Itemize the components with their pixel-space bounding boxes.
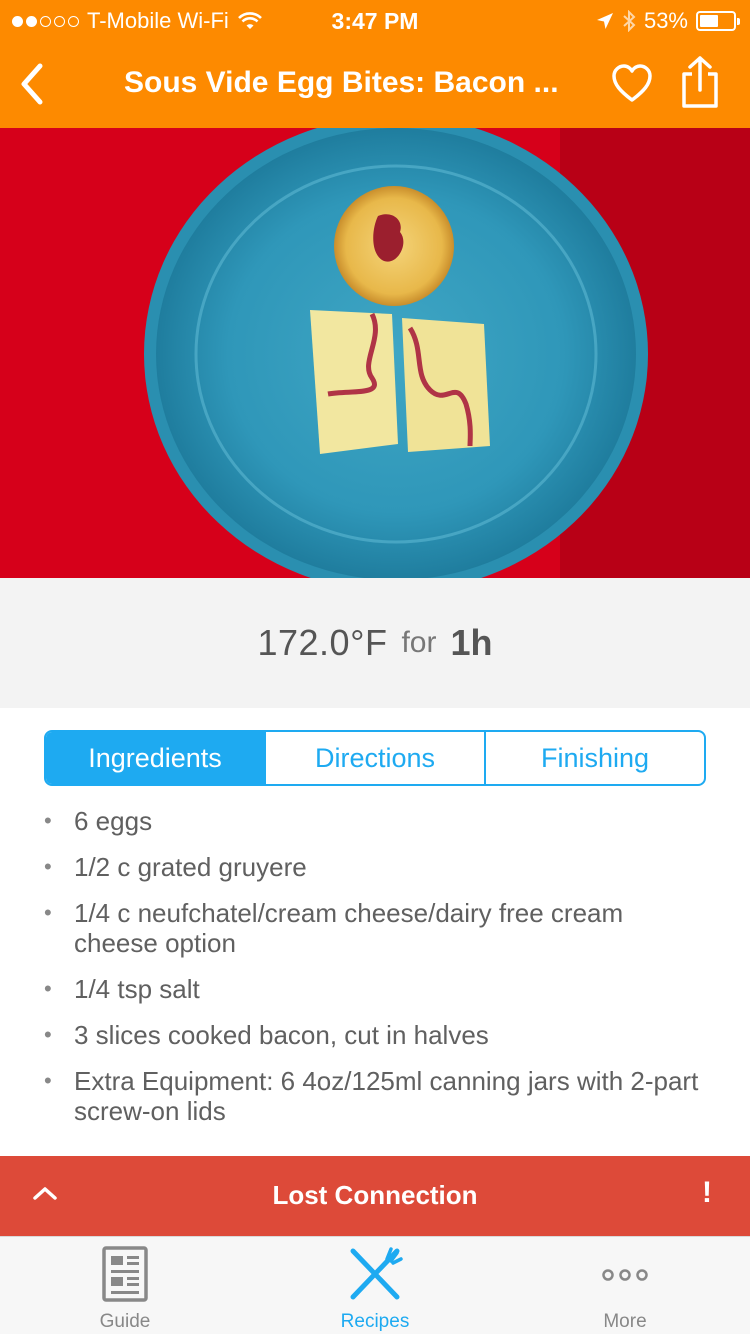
list-item: Extra Equipment: 6 4oz/125ml canning jar… — [44, 1066, 706, 1126]
duration-value: 1h — [450, 622, 493, 663]
nav-bar: Sous Vide Egg Bites: Bacon ... — [0, 40, 750, 128]
for-label: for — [401, 626, 437, 659]
tab-recipes-label: Recipes — [340, 1311, 410, 1332]
list-item: 1/2 c grated gruyere — [44, 852, 706, 882]
connection-banner[interactable]: Lost Connection ! — [0, 1156, 750, 1236]
bluetooth-icon — [623, 10, 636, 32]
list-item: 1/4 c neufchatel/cream cheese/dairy free… — [44, 898, 706, 958]
heart-icon[interactable] — [610, 62, 654, 106]
temperature-value: 172.0°F — [257, 622, 388, 663]
list-item: 3 slices cooked bacon, cut in halves — [44, 1020, 706, 1050]
egg-bites-image — [0, 128, 750, 578]
tab-more-label: More — [603, 1311, 647, 1332]
recipes-icon — [350, 1247, 403, 1300]
battery-label: 53% — [643, 8, 688, 33]
share-icon[interactable] — [678, 54, 722, 110]
ingredient-list: 6 eggs 1/2 c grated gruyere 1/4 c neufch… — [44, 806, 706, 1142]
tab-finishing[interactable]: Finishing — [486, 732, 704, 784]
location-icon — [596, 13, 613, 29]
recipe-photo — [0, 128, 750, 578]
header: T-Mobile Wi-Fi 3:47 PM 53% Sous Vide Egg… — [0, 0, 750, 128]
recipe-tabs: Ingredients Directions Finishing — [44, 730, 706, 786]
status-bar: T-Mobile Wi-Fi 3:47 PM 53% — [0, 0, 750, 40]
list-item: 1/4 tsp salt — [44, 974, 706, 1004]
cook-settings: 172.0°F for 1h — [0, 578, 750, 708]
status-right: 53% — [596, 8, 740, 34]
battery-icon — [696, 11, 740, 31]
alert-icon: ! — [702, 1176, 712, 1209]
tab-more[interactable]: More — [500, 1237, 750, 1334]
tab-guide[interactable]: Guide — [0, 1237, 250, 1334]
tab-recipes[interactable]: Recipes — [250, 1237, 500, 1334]
tab-bar: Guide Recipes More — [0, 1236, 750, 1334]
tab-ingredients[interactable]: Ingredients — [46, 732, 266, 784]
guide-icon — [102, 1246, 148, 1302]
tab-directions[interactable]: Directions — [266, 732, 486, 784]
banner-message: Lost Connection — [272, 1180, 478, 1210]
more-icon — [602, 1269, 648, 1281]
recipe-title: Sous Vide Egg Bites: Bacon ... — [124, 66, 559, 99]
tab-guide-label: Guide — [99, 1311, 151, 1332]
list-item: 6 eggs — [44, 806, 706, 836]
back-icon[interactable] — [14, 60, 50, 108]
